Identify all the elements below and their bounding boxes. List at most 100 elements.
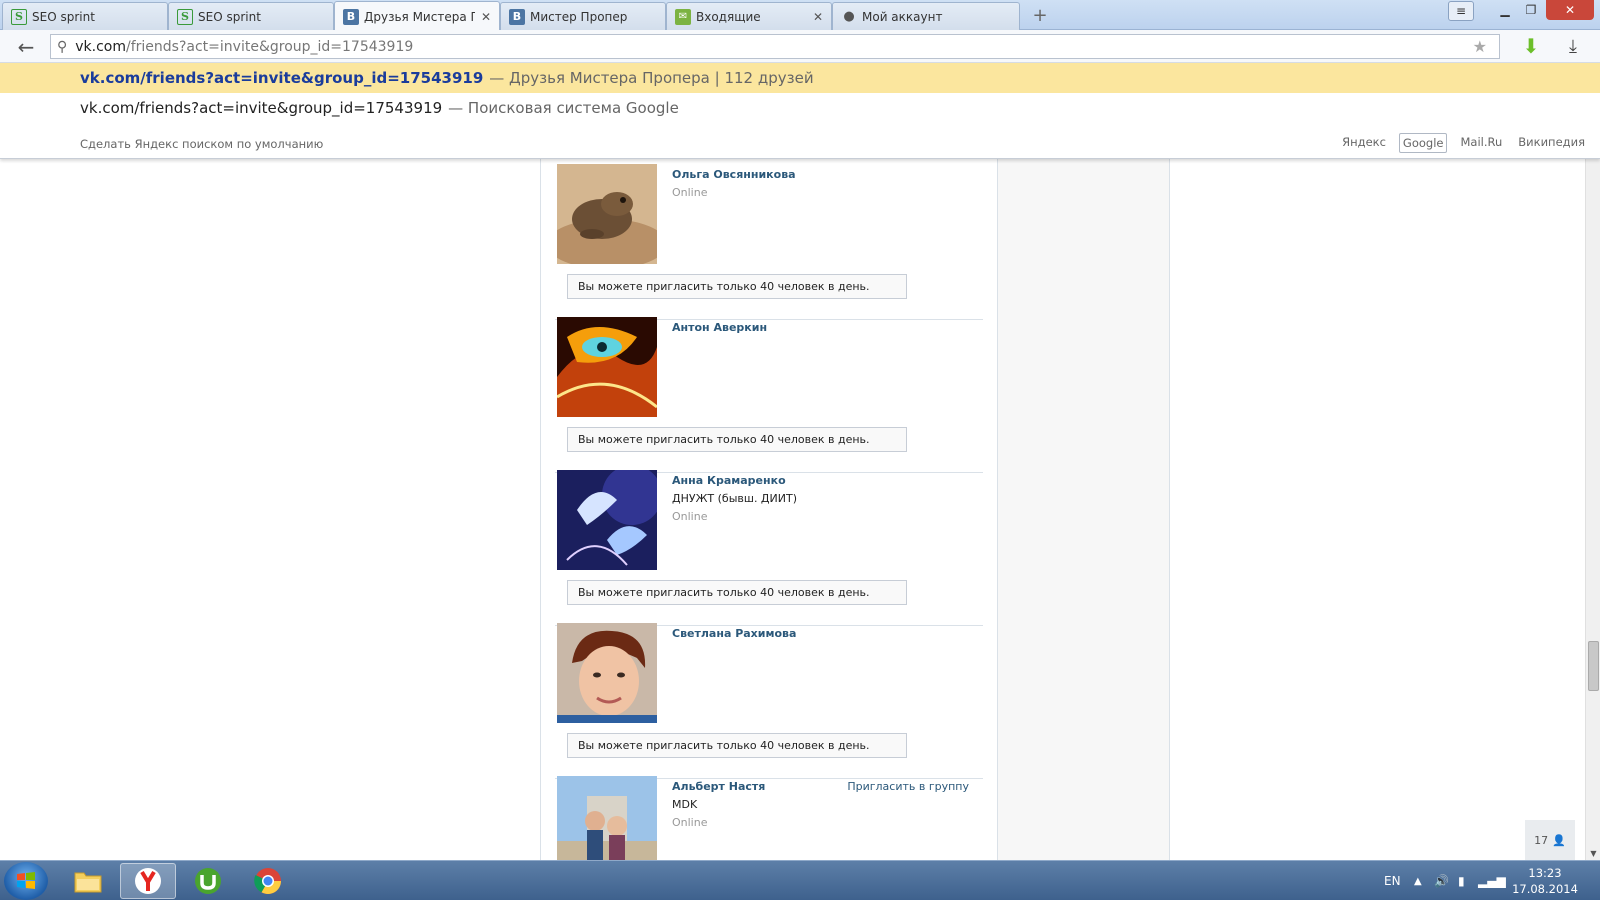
tab-label: Мой аккаунт	[862, 9, 943, 24]
omnibox-suggestions: vk.com/friends?act=invite&group_id=17543…	[0, 63, 1600, 159]
tab-label: SEO sprint	[32, 9, 95, 24]
downloads-icon[interactable]: ⤓	[1562, 35, 1584, 57]
avatar[interactable]	[557, 470, 657, 570]
taskbar-utorrent[interactable]	[180, 863, 236, 899]
clock-date: 17.08.2014	[1512, 882, 1578, 896]
close-tab-icon[interactable]: ✕	[813, 10, 823, 24]
invite-limit-notice: Вы можете пригласить только 40 человек в…	[567, 733, 907, 758]
avatar[interactable]	[557, 776, 657, 860]
couple-photo	[557, 776, 657, 860]
address-path: /friends?act=invite&group_id=17543919	[126, 38, 414, 55]
vk-icon: B	[343, 8, 359, 25]
tab-label: Мистер Пропер	[530, 9, 628, 24]
invite-limit-notice: Вы можете пригласить только 40 человек в…	[567, 580, 907, 605]
tab-label: SEO sprint	[198, 9, 261, 24]
friend-row: Светлана Рахимова Вы можете пригласить т…	[555, 623, 983, 779]
taskbar-chrome[interactable]	[240, 863, 296, 899]
engine-google[interactable]: Google	[1398, 133, 1448, 153]
folder-icon	[74, 872, 102, 893]
tab-strip: S SEO sprint S SEO sprint B Друзья Мисте…	[0, 0, 1600, 31]
birds-photo	[557, 470, 657, 570]
avatar[interactable]	[557, 164, 657, 264]
windows-taskbar: EN ▲ 🔊 ▮ ▂▄▆ 13:23 17.08.2014	[0, 860, 1600, 900]
person-icon: 👤	[1552, 833, 1566, 847]
vertical-scrollbar[interactable]: ▲ ▼	[1585, 63, 1600, 860]
tab-label: Входящие	[696, 9, 761, 24]
account-icon: ●	[843, 9, 855, 24]
clock-time: 13:23	[1528, 866, 1562, 880]
system-clock[interactable]: 13:23 17.08.2014	[1500, 865, 1590, 897]
online-status: Online	[672, 816, 708, 829]
scroll-down-arrow-icon[interactable]: ▼	[1586, 846, 1600, 860]
tab-label: Друзья Мистера Про	[364, 9, 475, 24]
avatar[interactable]	[557, 317, 657, 417]
tab-seo-sprint-2[interactable]: S SEO sprint	[168, 2, 334, 30]
friend-row: Антон Аверкин Вы можете пригласить тольк…	[555, 317, 983, 473]
scroll-thumb[interactable]	[1588, 641, 1599, 691]
yandex-browser-icon	[135, 868, 161, 894]
friend-row: Альберт Настя Пригласить в группу MDK On…	[555, 776, 983, 860]
suggestion-item[interactable]: vk.com/friends?act=invite&group_id=17543…	[0, 93, 1600, 123]
woman-photo	[557, 623, 657, 723]
tab-my-account[interactable]: ● Мой аккаунт	[832, 2, 1020, 30]
windows-logo-icon	[17, 872, 35, 889]
bookmark-star-icon[interactable]: ★	[1473, 37, 1487, 56]
start-button[interactable]	[4, 862, 48, 900]
suggestion-item[interactable]: vk.com/friends?act=invite&group_id=17543…	[0, 63, 1600, 93]
input-language[interactable]: EN	[1384, 861, 1401, 900]
taskbar-yandex-browser[interactable]	[120, 863, 176, 899]
friend-name[interactable]: Антон Аверкин	[672, 321, 767, 334]
engine-wikipedia[interactable]: Википедия	[1515, 133, 1588, 153]
online-status: Online	[672, 510, 708, 523]
invite-limit-notice: Вы можете пригласить только 40 человек в…	[567, 274, 907, 299]
counter-value: 17	[1534, 833, 1549, 847]
navigation-bar: ← ⚲ vk.com/friends?act=invite&group_id=1…	[0, 30, 1600, 63]
engine-mailru[interactable]: Mail.Ru	[1457, 133, 1505, 153]
friend-name[interactable]: Светлана Рахимова	[672, 627, 796, 640]
chrome-icon	[254, 868, 282, 895]
power-icon[interactable]: ▮	[1458, 861, 1465, 900]
tab-seo-sprint-1[interactable]: S SEO sprint	[2, 2, 168, 30]
suggestion-description: — Поисковая система Google	[448, 99, 679, 117]
tab-vk-friends[interactable]: B Друзья Мистера Про ✕	[334, 1, 500, 31]
restore-button[interactable]: ❐	[1518, 0, 1544, 20]
seo-sprint-icon: S	[177, 8, 193, 25]
invite-to-group-link[interactable]: Пригласить в группу	[847, 780, 969, 793]
friend-info: ДНУЖТ (бывш. ДИИТ)	[672, 492, 797, 505]
tab-inbox[interactable]: ✉ Входящие ✕	[666, 2, 832, 30]
invite-limit-notice: Вы можете пригласить только 40 человек в…	[567, 427, 907, 452]
friend-row: Ольга Овсянникова Online Вы можете пригл…	[555, 164, 983, 320]
toad-photo	[557, 164, 657, 264]
address-text[interactable]: vk.com/friends?act=invite&group_id=17543…	[75, 39, 413, 55]
friend-row: Анна Крамаренко ДНУЖТ (бывш. ДИИТ) Onlin…	[555, 470, 983, 626]
suggestion-url: vk.com/friends?act=invite&group_id=17543…	[80, 99, 443, 117]
suggestion-url: vk.com/friends?act=invite&group_id=17543…	[80, 69, 484, 87]
download-manager-icon[interactable]: ⬇	[1520, 34, 1542, 58]
online-status: Online	[672, 186, 708, 199]
close-window-button[interactable]: ✕	[1546, 0, 1594, 20]
online-counter[interactable]: 17 👤	[1525, 820, 1575, 860]
search-engine-list: Яндекс Google Mail.Ru Википедия	[1339, 133, 1588, 153]
address-bar[interactable]: ⚲ vk.com/friends?act=invite&group_id=175…	[50, 34, 1500, 59]
suggestion-description: — Друзья Мистера Пропера | 112 друзей	[489, 69, 814, 87]
taskbar-explorer[interactable]	[60, 863, 116, 899]
engine-yandex[interactable]: Яндекс	[1339, 133, 1389, 153]
search-icon: ⚲	[57, 38, 68, 55]
right-side-column	[998, 63, 1170, 860]
back-arrow-icon[interactable]: ←	[14, 35, 38, 59]
volume-icon[interactable]: 🔊	[1434, 861, 1449, 900]
minimize-button[interactable]: ▁	[1492, 0, 1518, 20]
mail-icon: ✉	[675, 8, 691, 25]
show-hidden-icons-icon[interactable]: ▲	[1414, 861, 1422, 900]
utorrent-icon	[195, 868, 221, 894]
browser-menu-button[interactable]: ≡	[1448, 1, 1474, 21]
avatar[interactable]	[557, 623, 657, 723]
close-tab-icon[interactable]: ✕	[481, 10, 491, 24]
friend-name[interactable]: Альберт Настя	[672, 780, 765, 793]
fire-eye-photo	[557, 317, 657, 417]
seo-sprint-icon: S	[11, 8, 27, 25]
new-tab-button[interactable]: +	[1028, 4, 1052, 26]
tab-vk-mister-proper[interactable]: B Мистер Пропер	[500, 2, 666, 30]
friend-name[interactable]: Анна Крамаренко	[672, 474, 786, 487]
friend-name[interactable]: Ольга Овсянникова	[672, 168, 796, 181]
